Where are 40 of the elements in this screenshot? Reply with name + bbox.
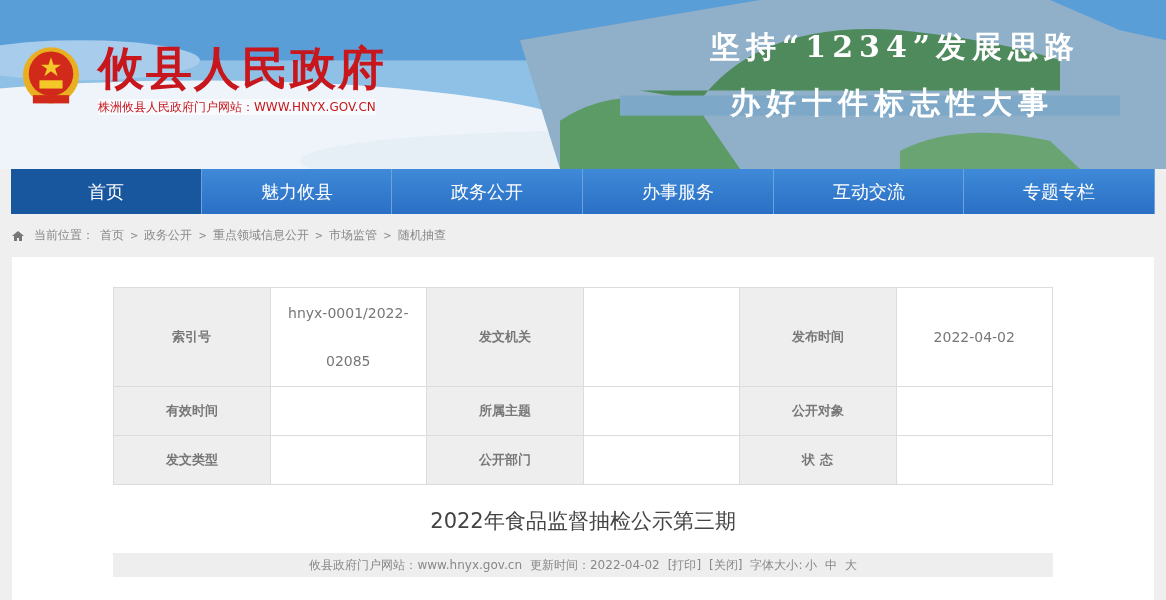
table-label-cell: 公开部门 xyxy=(426,435,583,485)
table-label-cell: 公开对象 xyxy=(739,386,896,436)
meta-link[interactable]: [打印] xyxy=(667,556,702,574)
site-subtitle: 株洲攸县人民政府门户网站：WWW.HNYX.GOV.CN xyxy=(98,98,376,115)
home-icon xyxy=(12,229,24,242)
font-size-link[interactable]: 中 xyxy=(824,556,837,574)
breadcrumb-label: 当前位置： xyxy=(34,227,94,244)
nav-tab[interactable]: 办事服务 xyxy=(583,169,774,214)
font-size-link[interactable]: 小 xyxy=(804,556,817,574)
table-label-cell: 状 态 xyxy=(739,435,896,485)
nav-tab[interactable]: 魅力攸县 xyxy=(201,169,393,214)
breadcrumb-separator: > xyxy=(314,230,324,241)
table-label-cell: 所属主题 xyxy=(426,386,583,436)
breadcrumb-separator: > xyxy=(383,230,392,241)
breadcrumb-link[interactable]: 重点领域信息公开 xyxy=(212,227,309,244)
meta-link[interactable]: [关闭] xyxy=(709,556,743,574)
breadcrumb-link[interactable]: 随机抽查 xyxy=(397,227,446,244)
nav-tab[interactable]: 互动交流 xyxy=(773,169,965,214)
breadcrumb-separator: > xyxy=(130,230,139,241)
site-title: 攸县人民政府 xyxy=(98,39,386,96)
breadcrumb-separator: > xyxy=(198,230,207,241)
font-size-link[interactable]: 大 xyxy=(844,556,857,574)
font-size-label: 字体大小: xyxy=(750,556,803,574)
meta-text: 攸县政府门户网站：www.hnyx.gov.cn xyxy=(309,556,522,574)
breadcrumb-link[interactable]: 政务公开 xyxy=(144,227,193,244)
table-label-cell: 有效时间 xyxy=(113,386,270,436)
table-value-cell: hnyx-0001/2022-02085 xyxy=(270,287,427,387)
table-label-cell: 索引号 xyxy=(113,287,270,387)
table-label-cell: 发文机关 xyxy=(426,287,583,387)
article-title: 2022年食品监督抽检公示第三期 xyxy=(429,508,737,535)
nav-tab[interactable]: 专题专栏 xyxy=(964,169,1156,214)
breadcrumb-link[interactable]: 首页 xyxy=(100,227,124,244)
table-value-cell: 2022-04-02 xyxy=(896,287,1053,387)
meta-text: 更新时间：2022-04-02 xyxy=(530,556,660,574)
slogan-text: 办好十件标志性大事 xyxy=(730,86,1055,120)
nav-tab[interactable]: 首页 xyxy=(11,169,202,214)
nav-tab[interactable]: 政务公开 xyxy=(392,169,583,214)
table-label-cell: 发布时间 xyxy=(739,287,896,387)
breadcrumb-link[interactable]: 市场监管 xyxy=(329,227,378,244)
table-label-cell: 发文类型 xyxy=(113,435,270,485)
